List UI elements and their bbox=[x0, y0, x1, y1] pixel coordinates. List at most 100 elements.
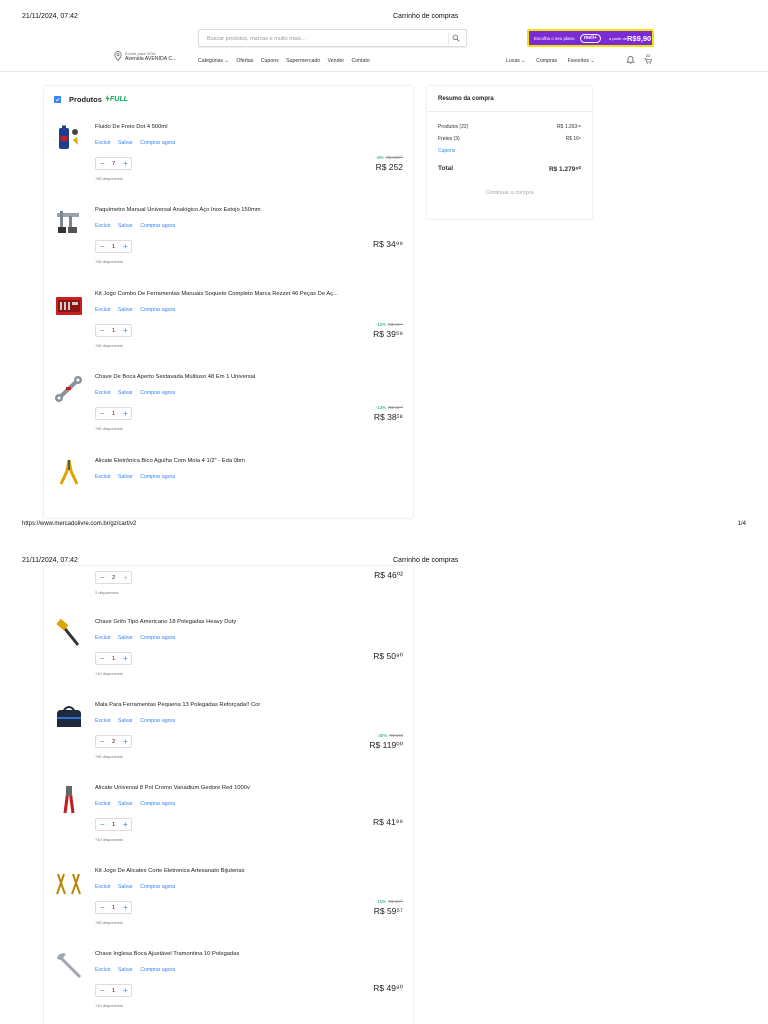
increase-qty-button[interactable]: + bbox=[123, 573, 128, 583]
quantity-value[interactable]: 1 bbox=[112, 328, 115, 334]
quantity-value[interactable]: 1 bbox=[112, 244, 115, 250]
user-menu[interactable]: Lucas ⌄ bbox=[506, 58, 526, 64]
delete-link[interactable]: Excluir bbox=[95, 967, 111, 973]
nav-compras[interactable]: Compras bbox=[536, 58, 557, 64]
save-link[interactable]: Salvar bbox=[118, 884, 133, 890]
save-link[interactable]: Salvar bbox=[118, 223, 133, 229]
product-image-caliper[interactable] bbox=[54, 207, 84, 237]
nav-favoritos[interactable]: Favoritos ⌄ bbox=[568, 58, 595, 64]
product-title[interactable]: Kit Jogo Combo De Ferramentas Manuais So… bbox=[95, 291, 338, 297]
delete-link[interactable]: Excluir bbox=[95, 884, 111, 890]
increase-qty-button[interactable]: + bbox=[123, 326, 128, 336]
quantity-value[interactable]: 1 bbox=[112, 822, 115, 828]
decrease-qty-button[interactable]: − bbox=[100, 409, 105, 419]
buy-now-link[interactable]: Comprar agora bbox=[140, 635, 175, 641]
product-title[interactable]: Kit Jogo De Alicates Corte Eletronica Ar… bbox=[95, 868, 245, 874]
increase-qty-button[interactable]: + bbox=[123, 654, 128, 664]
increase-qty-button[interactable]: + bbox=[123, 820, 128, 830]
product-image-wrench[interactable] bbox=[54, 374, 84, 404]
decrease-qty-button[interactable]: − bbox=[100, 820, 105, 830]
buy-now-link[interactable]: Comprar agora bbox=[140, 390, 175, 396]
decrease-qty-button[interactable]: − bbox=[100, 159, 105, 169]
product-title[interactable]: Mala Para Ferramentas Pequena 13 Polegad… bbox=[95, 702, 260, 708]
increase-qty-button[interactable]: + bbox=[123, 159, 128, 169]
delete-link[interactable]: Excluir bbox=[95, 140, 111, 146]
decrease-qty-button[interactable]: − bbox=[100, 986, 105, 996]
nav-cupons[interactable]: Cupons bbox=[261, 58, 279, 64]
increase-qty-button[interactable]: + bbox=[123, 409, 128, 419]
product-title[interactable]: Chave Grifo Tipo Americano 18 Polegadas … bbox=[95, 619, 236, 625]
decrease-qty-button[interactable]: − bbox=[100, 573, 105, 583]
decrease-qty-button[interactable]: − bbox=[100, 326, 105, 336]
delete-link[interactable]: Excluir bbox=[95, 474, 111, 480]
cart-icon[interactable]: 22 bbox=[644, 54, 652, 65]
quantity-value[interactable]: 1 bbox=[112, 411, 115, 417]
save-link[interactable]: Salvar bbox=[118, 474, 133, 480]
select-all-checkbox[interactable] bbox=[54, 96, 61, 103]
increase-qty-button[interactable]: + bbox=[123, 242, 128, 252]
buy-now-link[interactable]: Comprar agora bbox=[140, 718, 175, 724]
nav-categorias[interactable]: Categorias ⌄ bbox=[198, 58, 229, 64]
product-title[interactable]: Paquímetro Manual Universal Analógico Aç… bbox=[95, 207, 261, 213]
save-link[interactable]: Salvar bbox=[118, 390, 133, 396]
increase-qty-button[interactable]: + bbox=[123, 737, 128, 747]
save-link[interactable]: Salvar bbox=[118, 801, 133, 807]
nav-ofertas[interactable]: Ofertas bbox=[236, 58, 253, 64]
product-image-pipe-wrench[interactable] bbox=[54, 619, 84, 649]
buy-now-link[interactable]: Comprar agora bbox=[140, 801, 175, 807]
products-label: Produtos (22) bbox=[438, 124, 469, 130]
meli-plus-promo-banner[interactable]: Escolha o seu plano meli+ a partir de R$… bbox=[527, 29, 654, 47]
quantity-value[interactable]: 2 bbox=[112, 739, 115, 745]
buy-now-link[interactable]: Comprar agora bbox=[140, 307, 175, 313]
product-title[interactable]: Fluido De Freio Dot 4 500ml bbox=[95, 124, 168, 130]
buy-now-link[interactable]: Comprar agora bbox=[140, 223, 175, 229]
product-title[interactable]: Chave De Boca Aperto Sextavada Multiuso … bbox=[95, 374, 255, 380]
decrease-qty-button[interactable]: − bbox=[100, 737, 105, 747]
continue-purchase-button[interactable]: Continuar a compra bbox=[438, 190, 581, 196]
decrease-qty-button[interactable]: − bbox=[100, 654, 105, 664]
buy-now-link[interactable]: Comprar agora bbox=[140, 140, 175, 146]
quantity-value[interactable]: 1 bbox=[112, 988, 115, 994]
quantity-value[interactable]: 1 bbox=[112, 656, 115, 662]
save-link[interactable]: Salvar bbox=[118, 140, 133, 146]
buy-now-link[interactable]: Comprar agora bbox=[140, 474, 175, 480]
buy-now-link[interactable]: Comprar agora bbox=[140, 967, 175, 973]
save-link[interactable]: Salvar bbox=[118, 718, 133, 724]
nav-supermercado[interactable]: Supermercado bbox=[286, 58, 320, 64]
product-title[interactable]: Chave Inglesa Boca Ajustável Tramontina … bbox=[95, 951, 239, 957]
quantity-value[interactable]: 7 bbox=[112, 161, 115, 167]
nav-contato[interactable]: Contato bbox=[352, 58, 370, 64]
delete-link[interactable]: Excluir bbox=[95, 390, 111, 396]
product-image-pliers-kit[interactable] bbox=[54, 868, 84, 898]
product-image-tool-bag[interactable] bbox=[54, 702, 84, 732]
product-image-universal-pliers[interactable] bbox=[54, 785, 84, 815]
product-image-brake-fluid[interactable] bbox=[54, 124, 84, 154]
delete-link[interactable]: Excluir bbox=[95, 801, 111, 807]
save-link[interactable]: Salvar bbox=[118, 967, 133, 973]
product-image-adjustable-wrench[interactable] bbox=[54, 951, 84, 981]
product-image-needle-nose-pliers[interactable] bbox=[54, 458, 84, 488]
product-title[interactable]: Alicate Universal 8 Pol Cromo Vanadium G… bbox=[95, 785, 250, 791]
delete-link[interactable]: Excluir bbox=[95, 307, 111, 313]
promo-price: R$9,90 bbox=[627, 34, 652, 43]
decrease-qty-button[interactable]: − bbox=[100, 903, 105, 913]
notification-bell-icon[interactable] bbox=[626, 55, 635, 66]
print-header: 21/11/2024, 07:42 Carrinho de compras bbox=[0, 0, 768, 20]
search-icon[interactable] bbox=[448, 33, 460, 45]
decrease-qty-button[interactable]: − bbox=[100, 242, 105, 252]
quantity-value[interactable]: 1 bbox=[112, 905, 115, 911]
coupon-link[interactable]: Cupons bbox=[438, 148, 581, 154]
product-title[interactable]: Alicate Eletrônica Bico Agulha Com Mola … bbox=[95, 458, 245, 464]
buy-now-link[interactable]: Comprar agora bbox=[140, 884, 175, 890]
delete-link[interactable]: Excluir bbox=[95, 718, 111, 724]
product-image-tool-kit[interactable] bbox=[54, 291, 84, 321]
increase-qty-button[interactable]: + bbox=[123, 903, 128, 913]
increase-qty-button[interactable]: + bbox=[123, 986, 128, 996]
quantity-value[interactable]: 2 bbox=[112, 575, 115, 581]
delete-link[interactable]: Excluir bbox=[95, 223, 111, 229]
delete-link[interactable]: Excluir bbox=[95, 635, 111, 641]
save-link[interactable]: Salvar bbox=[118, 307, 133, 313]
search-input[interactable]: Buscar produtos, marcas e muito mais… bbox=[198, 29, 467, 47]
save-link[interactable]: Salvar bbox=[118, 635, 133, 641]
nav-vender[interactable]: Vender bbox=[328, 58, 344, 64]
